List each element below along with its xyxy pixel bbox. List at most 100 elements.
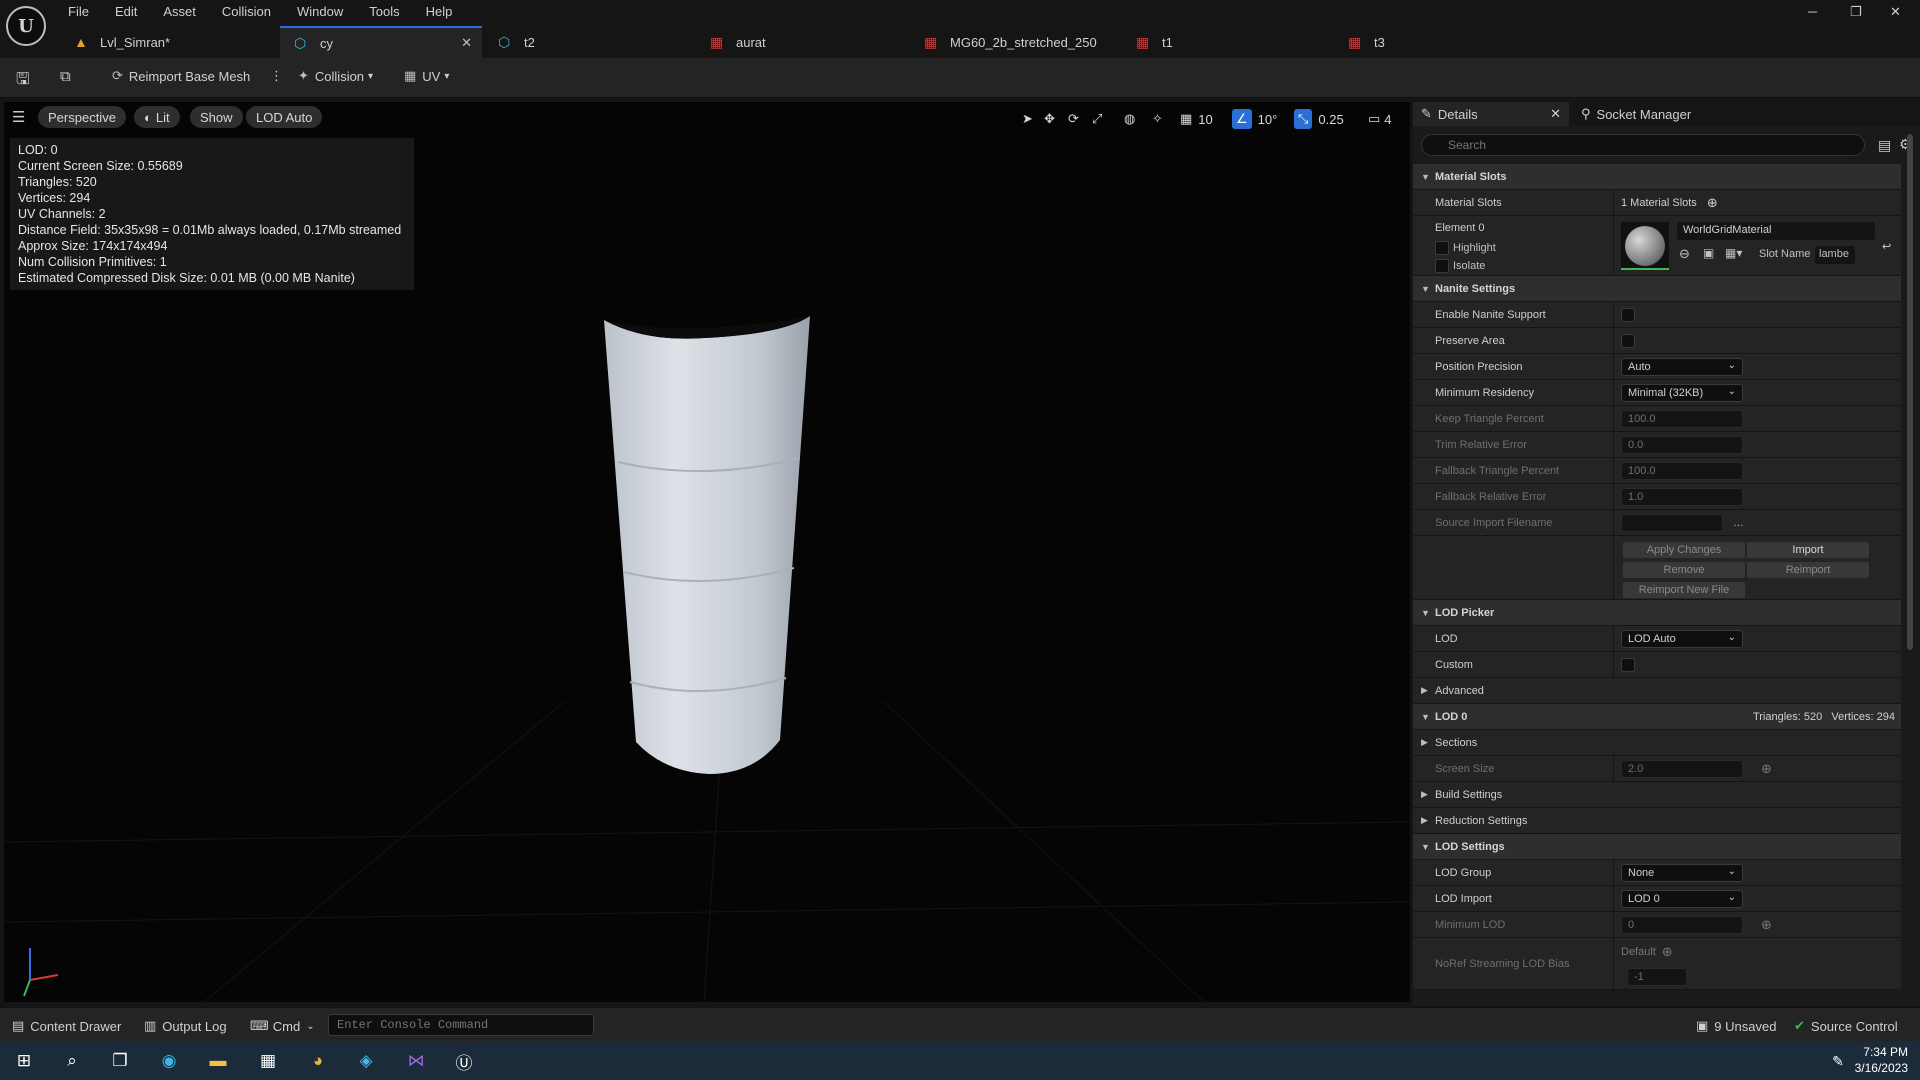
menu-file[interactable]: File xyxy=(68,0,89,24)
reimport-new-file-button[interactable]: Reimport New File xyxy=(1623,582,1745,598)
menu-tools[interactable]: Tools xyxy=(369,0,399,24)
select-mode-icon[interactable]: ➤ xyxy=(1022,108,1033,130)
windows-start-icon[interactable]: ⊞ xyxy=(12,1049,36,1073)
material-picker[interactable]: WorldGridMaterial xyxy=(1677,222,1875,240)
group-build-settings[interactable]: ▶ Build Settings xyxy=(1413,782,1901,808)
apply-changes-button[interactable]: Apply Changes xyxy=(1623,542,1745,558)
minimum-lod-input[interactable]: 0 xyxy=(1621,915,1743,934)
rotate-icon[interactable]: ⟳ xyxy=(1068,108,1079,130)
camera-speed-button[interactable]: ▭ 4 xyxy=(1368,108,1392,130)
browse-folder-icon[interactable]: ▣ xyxy=(1703,246,1714,260)
file-explorer-icon[interactable]: ▬ xyxy=(206,1049,230,1073)
highlight-checkbox[interactable] xyxy=(1435,241,1449,255)
show-button[interactable]: Show xyxy=(190,106,243,128)
add-icon[interactable]: ⊕ xyxy=(1761,917,1772,933)
scale-snap-toggle[interactable]: ⤡ 0.25 xyxy=(1294,108,1344,130)
menu-edit[interactable]: Edit xyxy=(115,0,137,24)
cmd-dropdown[interactable]: ⌨ Cmd ⌄ xyxy=(250,1018,315,1034)
material-options-icon[interactable]: ▦▾ xyxy=(1725,246,1742,260)
task-view-icon[interactable]: ❐ xyxy=(108,1049,132,1073)
lit-button[interactable]: ◐ Lit xyxy=(134,106,180,128)
scale-icon[interactable]: ⤢ xyxy=(1092,108,1102,130)
preserve-area-checkbox[interactable] xyxy=(1621,333,1635,348)
rotation-snap-toggle[interactable]: ∠ 10° xyxy=(1232,108,1277,130)
source-import-filename-input[interactable] xyxy=(1621,513,1723,532)
tab-t2[interactable]: ⬡ t2 xyxy=(484,26,700,58)
tab-cy[interactable]: ⬡ cy ✕ xyxy=(280,26,482,58)
close-window-button[interactable]: ✕ xyxy=(1890,4,1901,20)
surface-snap-icon[interactable]: ✧ xyxy=(1152,108,1163,130)
system-clock[interactable]: 7:34 PM 3/16/2023 xyxy=(1855,1044,1908,1076)
fallback-relative-error-input[interactable]: 1.0 xyxy=(1621,487,1743,506)
menu-asset[interactable]: Asset xyxy=(163,0,196,24)
content-drawer-button[interactable]: ▤ Content Drawer xyxy=(12,1018,121,1034)
reimport-button[interactable]: Reimport xyxy=(1747,562,1869,578)
menu-help[interactable]: Help xyxy=(426,0,453,24)
uv-dropdown[interactable]: ▦ UV ▾ xyxy=(404,68,449,84)
remove-button[interactable]: Remove xyxy=(1623,562,1745,578)
slot-name-input[interactable]: lambe xyxy=(1815,246,1855,264)
pen-icon[interactable]: ✎ xyxy=(1826,1049,1850,1073)
world-space-icon[interactable]: ◍ xyxy=(1124,108,1135,130)
tab-lvl-simran[interactable]: ▲ Lvl_Simran* xyxy=(60,26,278,58)
tab-mg60[interactable]: ▦ MG60_2b_stretched_250 xyxy=(910,26,1130,58)
save-icon[interactable]: 🖫 xyxy=(16,68,30,95)
keep-triangle-input[interactable]: 100.0 xyxy=(1621,409,1743,428)
tab-t1[interactable]: ▦ t1 xyxy=(1122,26,1332,58)
section-lod0[interactable]: ▼ LOD 0 Triangles: 520 Vertices: 294 xyxy=(1413,704,1901,730)
group-reduction-settings[interactable]: ▶ Reduction Settings xyxy=(1413,808,1901,834)
ellipsis-icon[interactable]: … xyxy=(1733,517,1744,529)
more-options-icon[interactable]: ⋮ xyxy=(270,68,283,84)
close-tab-icon[interactable]: ✕ xyxy=(1550,106,1561,122)
position-precision-select[interactable]: Auto ⌄ xyxy=(1621,357,1743,376)
trim-relative-error-input[interactable]: 0.0 xyxy=(1621,435,1743,454)
import-button[interactable]: Import xyxy=(1747,542,1869,558)
fallback-triangle-input[interactable]: 100.0 xyxy=(1621,461,1743,480)
app-icon[interactable]: ◈ xyxy=(354,1049,378,1073)
grid-snap-toggle[interactable]: ▦ 10 xyxy=(1180,108,1213,130)
translate-icon[interactable]: ✥ xyxy=(1044,108,1055,130)
lod-select[interactable]: LOD Auto ⌄ xyxy=(1621,629,1743,648)
details-scrollbar[interactable] xyxy=(1907,134,1913,650)
minimize-button[interactable]: ─ xyxy=(1808,4,1817,19)
lod-import-select[interactable]: LOD 0 ⌄ xyxy=(1621,889,1743,908)
enable-nanite-checkbox[interactable] xyxy=(1621,307,1635,322)
section-lod-picker[interactable]: ▼ LOD Picker xyxy=(1413,600,1901,626)
minimum-residency-select[interactable]: Minimal (32KB) ⌄ xyxy=(1621,383,1743,402)
add-icon[interactable]: ⊕ xyxy=(1761,761,1772,777)
search-icon[interactable]: ⌕ xyxy=(60,1049,84,1073)
console-command-input[interactable] xyxy=(328,1014,594,1036)
group-sections[interactable]: ▶ Sections xyxy=(1413,730,1901,756)
restore-button[interactable]: ❐ xyxy=(1850,4,1862,20)
menu-window[interactable]: Window xyxy=(297,0,343,24)
browse-icon[interactable]: ⧉ xyxy=(60,68,71,85)
tab-t3[interactable]: ▦ t3 xyxy=(1334,26,1544,58)
unsaved-button[interactable]: ▣ 9 Unsaved xyxy=(1696,1018,1776,1034)
section-nanite-settings[interactable]: ▼ Nanite Settings xyxy=(1413,276,1901,302)
isolate-checkbox[interactable] xyxy=(1435,259,1449,273)
custom-checkbox[interactable] xyxy=(1621,657,1635,672)
chrome-icon[interactable]: ◕ xyxy=(306,1049,330,1073)
unreal-engine-taskbar-icon[interactable]: Ⓤ xyxy=(452,1049,476,1073)
source-control-button[interactable]: ✔ Source Control xyxy=(1794,1018,1898,1034)
details-search-input[interactable] xyxy=(1421,134,1865,156)
lod-auto-button[interactable]: LOD Auto xyxy=(246,106,323,128)
visual-studio-icon[interactable]: ⋈ xyxy=(404,1049,428,1073)
store-icon[interactable]: ▦ xyxy=(256,1049,280,1073)
tab-details[interactable]: ✎ Details ✕ xyxy=(1413,102,1569,126)
add-icon[interactable]: ⊕ xyxy=(1707,195,1718,211)
perspective-button[interactable]: Perspective xyxy=(38,106,126,128)
output-log-button[interactable]: ▥ Output Log xyxy=(144,1018,227,1034)
collision-dropdown[interactable]: ✦ Collision ▾ xyxy=(298,68,373,84)
screen-size-input[interactable]: 2.0 xyxy=(1621,759,1743,778)
section-material-slots[interactable]: ▼ Material Slots xyxy=(1413,164,1901,190)
mesh-viewport[interactable]: ☰ Perspective ◐ Lit Show LOD Auto LOD: 0… xyxy=(4,102,1410,1002)
noref-bias-input[interactable]: -1 xyxy=(1627,968,1687,986)
use-selected-icon[interactable]: ⊖ xyxy=(1679,246,1690,262)
viewport-menu-icon[interactable]: ☰ xyxy=(12,108,25,126)
tab-socket-manager[interactable]: ⚲ Socket Manager xyxy=(1573,102,1733,126)
close-tab-icon[interactable]: ✕ xyxy=(461,35,472,51)
add-icon[interactable]: ⊕ xyxy=(1662,944,1673,960)
tab-aurat[interactable]: ▦ aurat xyxy=(696,26,906,58)
reset-arrow-icon[interactable]: ↩ xyxy=(1882,240,1891,253)
